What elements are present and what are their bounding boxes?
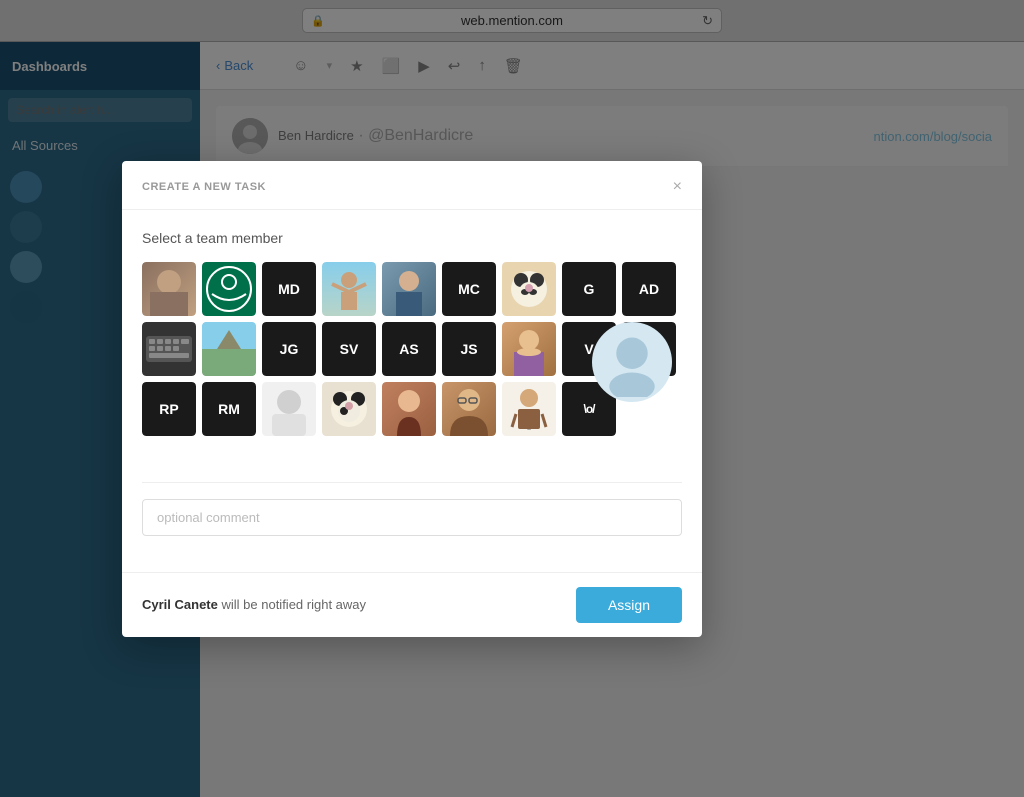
select-team-label: Select a team member (142, 230, 682, 246)
team-member[interactable]: MD (262, 262, 316, 316)
assign-button[interactable]: Assign (576, 587, 682, 623)
comment-input[interactable] (142, 499, 682, 536)
svg-text:~: ~ (527, 427, 531, 434)
modal-footer: Cyril Canete will be notified right away… (122, 572, 702, 637)
team-member[interactable]: RM (202, 382, 256, 436)
team-member[interactable]: RP (142, 382, 196, 436)
team-member[interactable] (202, 262, 256, 316)
team-member[interactable]: AD (622, 262, 676, 316)
team-member[interactable] (142, 322, 196, 376)
modal-divider (142, 482, 682, 483)
team-member[interactable] (142, 262, 196, 316)
team-member[interactable]: ~ (502, 382, 556, 436)
team-member[interactable] (382, 262, 436, 316)
modal-title: CREATE A NEW TASK (142, 181, 266, 193)
team-member[interactable] (202, 322, 256, 376)
notify-text: Cyril Canete will be notified right away (142, 597, 366, 612)
notify-suffix: will be notified right away (222, 597, 367, 612)
selected-avatar-placeholder (592, 322, 672, 402)
team-member[interactable]: MC (442, 262, 496, 316)
notify-name: Cyril Canete (142, 597, 218, 612)
team-member[interactable]: JG (262, 322, 316, 376)
member-initials: MD (262, 262, 316, 316)
team-member[interactable]: SV (322, 322, 376, 376)
modal-body: Select a team member MD (122, 210, 702, 572)
team-member[interactable] (382, 382, 436, 436)
create-task-modal: CREATE A NEW TASK × Select a team member (122, 161, 702, 637)
close-button[interactable]: × (673, 179, 682, 195)
team-member[interactable] (262, 382, 316, 436)
modal-header: CREATE A NEW TASK × (122, 161, 702, 210)
team-member[interactable] (502, 262, 556, 316)
team-member-grid: MD MC (142, 262, 682, 462)
modal-overlay: CREATE A NEW TASK × Select a team member (0, 0, 1024, 797)
team-member[interactable]: JS (442, 322, 496, 376)
team-member[interactable]: AS (382, 322, 436, 376)
team-member[interactable] (322, 382, 376, 436)
team-member[interactable]: G (562, 262, 616, 316)
team-member[interactable] (442, 382, 496, 436)
team-member[interactable] (502, 322, 556, 376)
team-member[interactable] (322, 262, 376, 316)
